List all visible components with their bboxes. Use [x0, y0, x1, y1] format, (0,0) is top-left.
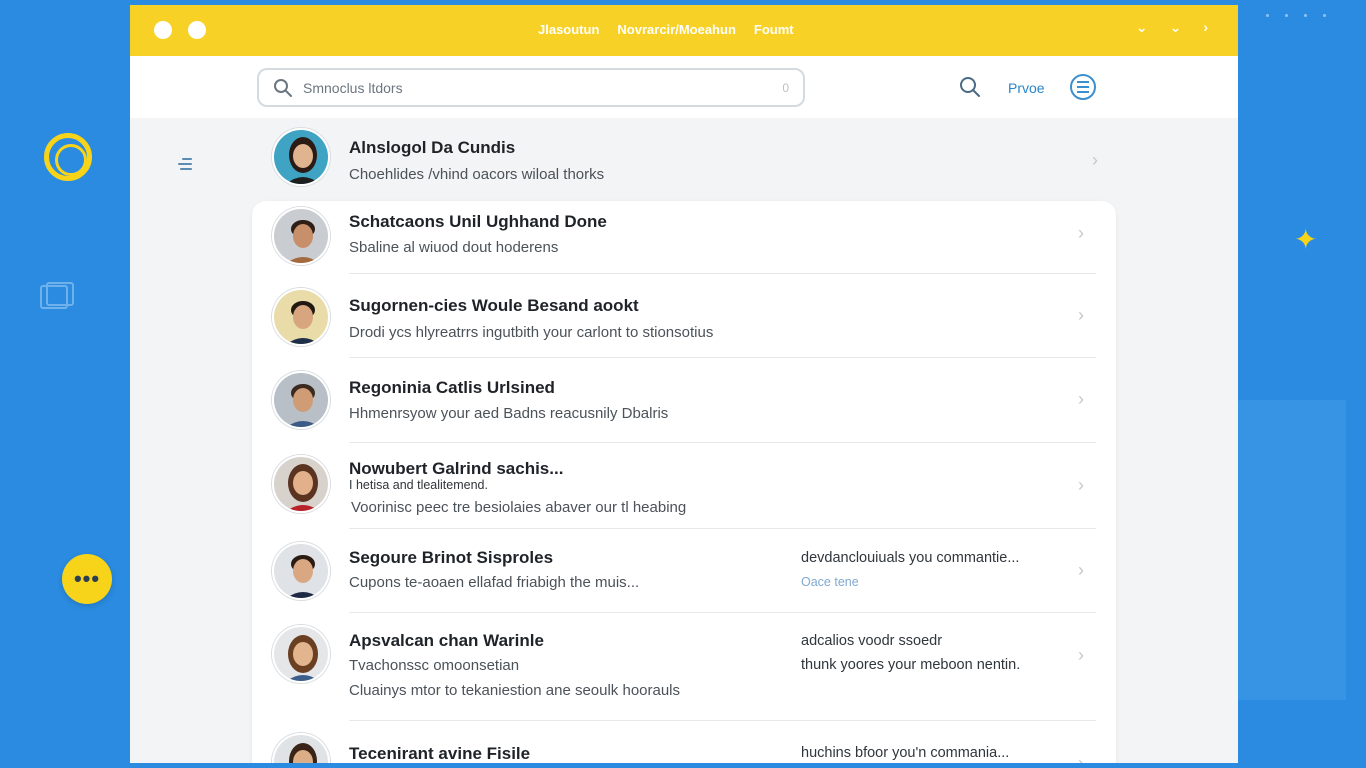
toolbar: 0 Prvoe: [130, 56, 1238, 118]
avatar: [272, 733, 330, 763]
ring-decoration-icon: [44, 133, 92, 181]
more-options-button[interactable]: •••: [62, 554, 112, 604]
contact-preview-2: Cluainys mtor to tekaniestion ane seoulk…: [349, 682, 681, 699]
avatar: [272, 207, 330, 265]
avatar: [272, 455, 330, 513]
chevron-right-icon[interactable]: ›: [1078, 389, 1084, 410]
chevron-right-icon[interactable]: ›: [1078, 475, 1084, 496]
chevron-down-icon[interactable]: ⌄: [1170, 19, 1182, 36]
menu-icon[interactable]: [1070, 74, 1096, 100]
background-dots: [1266, 14, 1326, 17]
search-icon: [274, 78, 292, 97]
search-input[interactable]: [303, 79, 783, 96]
sparkle-icon: ✦: [1294, 224, 1318, 255]
person-avatar-icon: [274, 544, 328, 598]
title-bar: Jlasoutun Novrarcir/Moeahun Foumt ⌄ ⌄ ›: [130, 5, 1238, 56]
menu-item-3[interactable]: Foumt: [754, 22, 794, 37]
contact-preview: Sbaline al wiuod dout hoderens: [349, 239, 559, 256]
avatar: [272, 288, 330, 346]
list-item[interactable]: Alnslogol Da Cundis Choehlides /vhind oa…: [252, 118, 1102, 196]
message-preview: devdanclouiuals you commantie...: [801, 550, 1020, 566]
contact-name: Apsvalcan chan Warinle: [349, 631, 544, 650]
contact-name: Regoninia Catlis Urlsined: [349, 378, 555, 397]
title-controls: ⌄ ⌄ ›: [1136, 19, 1208, 36]
app-window: Jlasoutun Novrarcir/Moeahun Foumt ⌄ ⌄ › …: [130, 5, 1238, 763]
contact-preview: Hhmenrsyow your aed Badns reacusnily Dba…: [349, 405, 669, 422]
person-avatar-icon: [274, 627, 328, 681]
chevron-right-icon[interactable]: ›: [1078, 305, 1084, 326]
chevron-right-icon[interactable]: ›: [1078, 645, 1084, 666]
menu-item-2[interactable]: Novrarcir/Moeahun: [617, 22, 735, 37]
toolbar-link[interactable]: Prvoe: [1008, 80, 1045, 96]
top-menu: Jlasoutun Novrarcir/Moeahun Foumt: [538, 22, 794, 37]
list-item[interactable]: Sugornen-cies Woule Besand aookt Drodi y…: [252, 274, 1116, 358]
search-bar: 0: [257, 68, 805, 107]
list-item[interactable]: Apsvalcan chan Warinle Tvachonssc omoons…: [252, 613, 1116, 721]
avatar: [272, 542, 330, 600]
chevron-right-icon[interactable]: ›: [1203, 19, 1208, 36]
message-preview: huchins bfoor you'n commania...: [801, 745, 1010, 761]
message-status[interactable]: Oace tene: [801, 575, 859, 589]
contact-preview: Drodi ycs hlyreatrrs ingutbith your carl…: [349, 324, 714, 341]
avatar: [272, 625, 330, 683]
avatar: [272, 128, 330, 186]
chevron-down-icon[interactable]: ⌄: [1136, 19, 1148, 36]
contact-name: Schatcaons Unil Ughhand Done: [349, 212, 607, 231]
person-avatar-icon: [274, 373, 328, 427]
person-avatar-icon: [274, 209, 328, 263]
avatar: [272, 371, 330, 429]
person-avatar-icon: [274, 457, 328, 511]
list-item[interactable]: Regoninia Catlis Urlsined Hhmenrsyow you…: [252, 358, 1116, 443]
contact-preview: Cupons te-aoaen ellafad friabigh the mui…: [349, 574, 640, 591]
person-avatar-icon: [274, 290, 328, 344]
contact-name: Sugornen-cies Woule Besand aookt: [349, 296, 639, 315]
message-preview: adcalios voodr ssoedr: [801, 633, 943, 649]
contact-list: Schatcaons Unil Ughhand Done Sbaline al …: [252, 201, 1116, 763]
contact-name: Alnslogol Da Cundis: [349, 138, 516, 157]
window-minimize-dot[interactable]: [188, 21, 206, 39]
chevron-right-icon[interactable]: ›: [1078, 223, 1084, 244]
chevron-right-icon[interactable]: ›: [1078, 560, 1084, 581]
contact-tagline: I hetisa and tlealitemend.: [349, 478, 488, 492]
person-avatar-icon: [274, 130, 328, 184]
chevron-right-icon[interactable]: ›: [1092, 150, 1098, 171]
list-item[interactable]: Tecenirant avine Fisile huchins bfoor yo…: [252, 721, 1116, 763]
list-item[interactable]: Nowubert Galrind sachis... I hetisa and …: [252, 443, 1116, 529]
contact-name: Segoure Brinot Sisproles: [349, 548, 554, 567]
sidebar-menu-icon[interactable]: [178, 158, 192, 170]
contact-name: Nowubert Galrind sachis...: [349, 459, 564, 478]
contact-preview: Voorinisc peec tre besiolaies abaver our…: [351, 499, 687, 516]
contact-preview: Tvachonssc omoonsetian: [349, 657, 520, 674]
list-item[interactable]: Segoure Brinot Sisproles Cupons te-aoaen…: [252, 529, 1116, 613]
search-result-count: 0: [782, 80, 789, 95]
contact-name: Tecenirant avine Fisile: [349, 744, 531, 763]
window-close-dot[interactable]: [154, 21, 172, 39]
person-avatar-icon: [274, 735, 328, 763]
message-preview-2: thunk yoores your meboon nentin.: [801, 657, 1021, 673]
list-item[interactable]: Schatcaons Unil Ughhand Done Sbaline al …: [252, 201, 1116, 274]
chevron-right-icon[interactable]: ›: [1078, 753, 1084, 763]
stacked-squares-decoration-icon: [40, 282, 74, 309]
search-icon[interactable]: [959, 76, 981, 98]
menu-item-1[interactable]: Jlasoutun: [538, 22, 599, 37]
contact-preview: Choehlides /vhind oacors wiloal thorks: [349, 166, 605, 183]
